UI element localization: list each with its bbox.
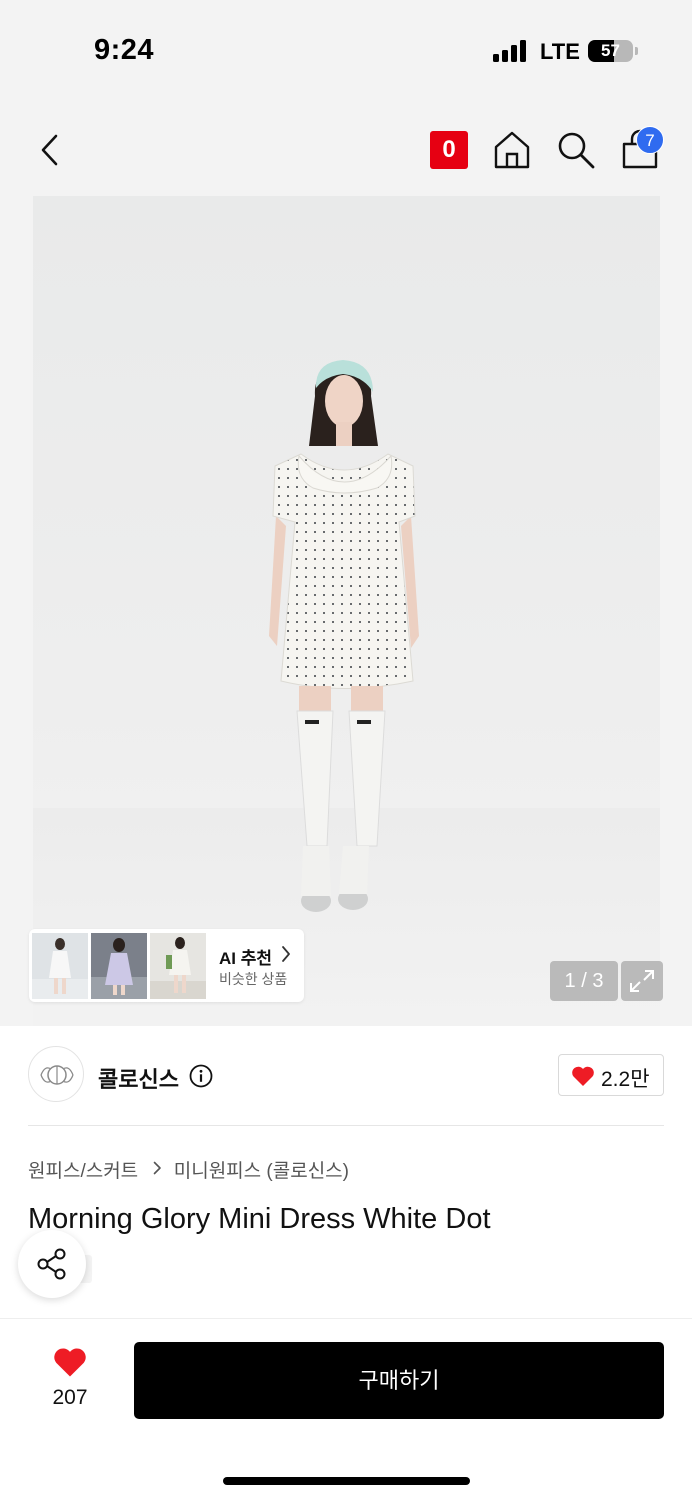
home-icon <box>494 131 530 169</box>
back-button[interactable] <box>34 128 68 172</box>
zero-badge-button[interactable]: 0 <box>430 131 468 169</box>
breadcrumb-separator-icon <box>153 1159 162 1180</box>
product-title: Morning Glory Mini Dress White Dot <box>28 1203 491 1235</box>
brand-like-button[interactable]: 2.2만 <box>558 1054 664 1096</box>
ai-thumbnail-1 <box>32 933 88 999</box>
battery-icon: 57 <box>588 40 633 62</box>
share-icon <box>37 1248 66 1280</box>
brand-emblem-icon <box>40 1065 74 1085</box>
brand-name[interactable]: 콜로신스 <box>98 1062 179 1094</box>
image-page-indicator: 1 / 3 <box>550 961 618 1001</box>
ai-thumbnail-3 <box>150 933 206 999</box>
breadcrumb-category[interactable]: 원피스/스커트 <box>28 1156 138 1183</box>
heart-icon <box>572 1066 594 1086</box>
chevron-right-icon <box>282 946 290 962</box>
chevron-left-icon <box>41 134 58 166</box>
search-icon <box>558 132 595 169</box>
product-like-button[interactable]: 207 <box>38 1344 102 1414</box>
signal-icon <box>493 40 529 62</box>
ai-recommendation-title: AI 추천 <box>219 949 273 968</box>
home-button[interactable] <box>493 130 531 170</box>
divider <box>28 1125 664 1126</box>
network-label: LTE <box>540 39 580 64</box>
ai-recommendation-subtitle: 비슷한 상품 <box>219 971 288 987</box>
brand-logo[interactable] <box>28 1046 84 1102</box>
ai-recommendation-card[interactable]: AI 추천 비슷한 상품 <box>29 929 304 1002</box>
battery-level: 57 <box>601 41 620 60</box>
share-button[interactable] <box>18 1230 86 1298</box>
brand-info-button[interactable] <box>189 1064 213 1088</box>
ai-thumbnail-2 <box>91 933 147 999</box>
battery-cap <box>635 47 638 55</box>
product-image[interactable] <box>33 196 660 1026</box>
breadcrumb-subcategory[interactable]: 미니원피스 (콜로신스) <box>174 1156 349 1183</box>
buy-button[interactable]: 구매하기 <box>134 1342 664 1419</box>
status-bar: 9:24 LTE 57 <box>0 0 692 100</box>
product-like-count: 207 <box>52 1386 88 1409</box>
fullscreen-button[interactable] <box>621 961 663 1001</box>
search-button[interactable] <box>556 130 596 170</box>
bottom-bar-divider <box>0 1318 692 1319</box>
status-time: 9:24 <box>94 34 155 66</box>
expand-icon <box>630 970 654 992</box>
heart-icon <box>54 1348 86 1377</box>
info-icon <box>189 1064 213 1088</box>
home-indicator <box>223 1477 470 1485</box>
cart-count-badge: 7 <box>636 126 664 154</box>
model-photo <box>269 360 419 912</box>
breadcrumb: 원피스/스커트 미니원피스 (콜로신스) <box>28 1156 349 1183</box>
brand-like-count: 2.2만 <box>601 1068 650 1091</box>
